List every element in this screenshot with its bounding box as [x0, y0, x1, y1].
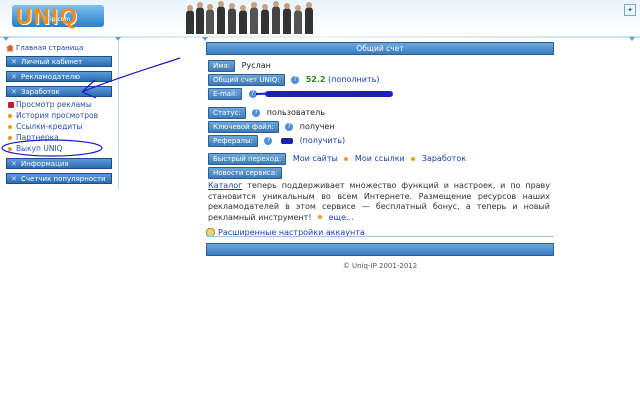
annotation-arrow	[81, 57, 181, 99]
annotation-overlay	[1, 57, 391, 157]
annotation-circle	[1, 139, 103, 157]
annotation-strike	[255, 91, 391, 95]
